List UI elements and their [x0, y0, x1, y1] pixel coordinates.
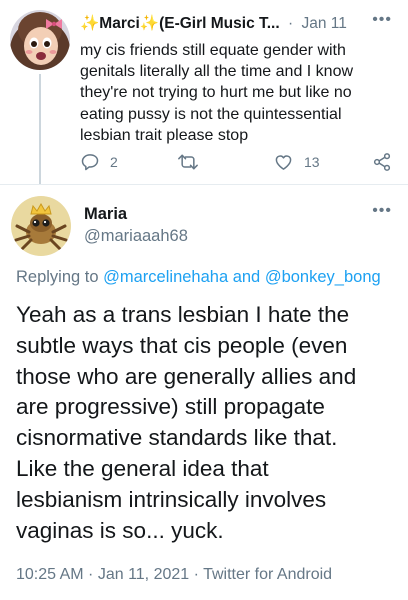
share-icon [373, 153, 391, 171]
retweet-icon [178, 154, 198, 170]
divider [0, 184, 408, 185]
tweet-source: Twitter for Android [203, 566, 333, 583]
reply-icon [81, 154, 99, 171]
share-button[interactable] [372, 152, 392, 172]
tweet-metadata: 10:25 AM · Jan 11, 2021 · Twitter for An… [16, 566, 332, 584]
heart-icon [275, 155, 292, 170]
display-name[interactable]: ✨Marci✨(E-Girl Music T... [80, 15, 280, 32]
more-icon[interactable]: ••• [372, 202, 392, 220]
display-name[interactable]: Maria [84, 205, 127, 224]
user-handle[interactable]: @mariaaah68 [84, 227, 188, 246]
retweet-button[interactable] [176, 152, 210, 172]
parent-tweet[interactable]: ✨Marci✨(E-Girl Music T... · Jan 11 ••• m… [0, 0, 408, 184]
avatar[interactable] [11, 196, 71, 256]
tweet-text: my cis friends still equate gender with … [80, 42, 354, 144]
replying-prefix: Replying to [16, 268, 104, 286]
like-button[interactable]: 13 [273, 152, 320, 172]
replying-to: Replying to @marcelinehaha and @bonkey_b… [16, 268, 381, 287]
reply-count: 2 [110, 154, 118, 170]
like-count: 13 [304, 154, 320, 170]
header-separator: · [287, 15, 294, 32]
tweet-text: Yeah as a trans lesbian I hate the subtl… [16, 302, 357, 543]
reply-button[interactable]: 2 [80, 152, 118, 172]
avatar[interactable] [10, 10, 70, 70]
more-icon[interactable]: ••• [372, 11, 392, 29]
replying-user-link[interactable]: @bonkey_bong [265, 268, 381, 286]
parent-tweet-header: ✨Marci✨(E-Girl Music T... · Jan 11 [80, 14, 398, 34]
replying-and[interactable]: and [228, 268, 265, 286]
tweet-actions: 2 13 [80, 152, 396, 174]
replying-user-link[interactable]: @marcelinehaha [103, 268, 228, 286]
thread-line [39, 74, 41, 184]
tweet-timestamp[interactable]: 10:25 AM · Jan 11, 2021 · [16, 566, 203, 583]
tweet-date[interactable]: Jan 11 [301, 15, 346, 32]
